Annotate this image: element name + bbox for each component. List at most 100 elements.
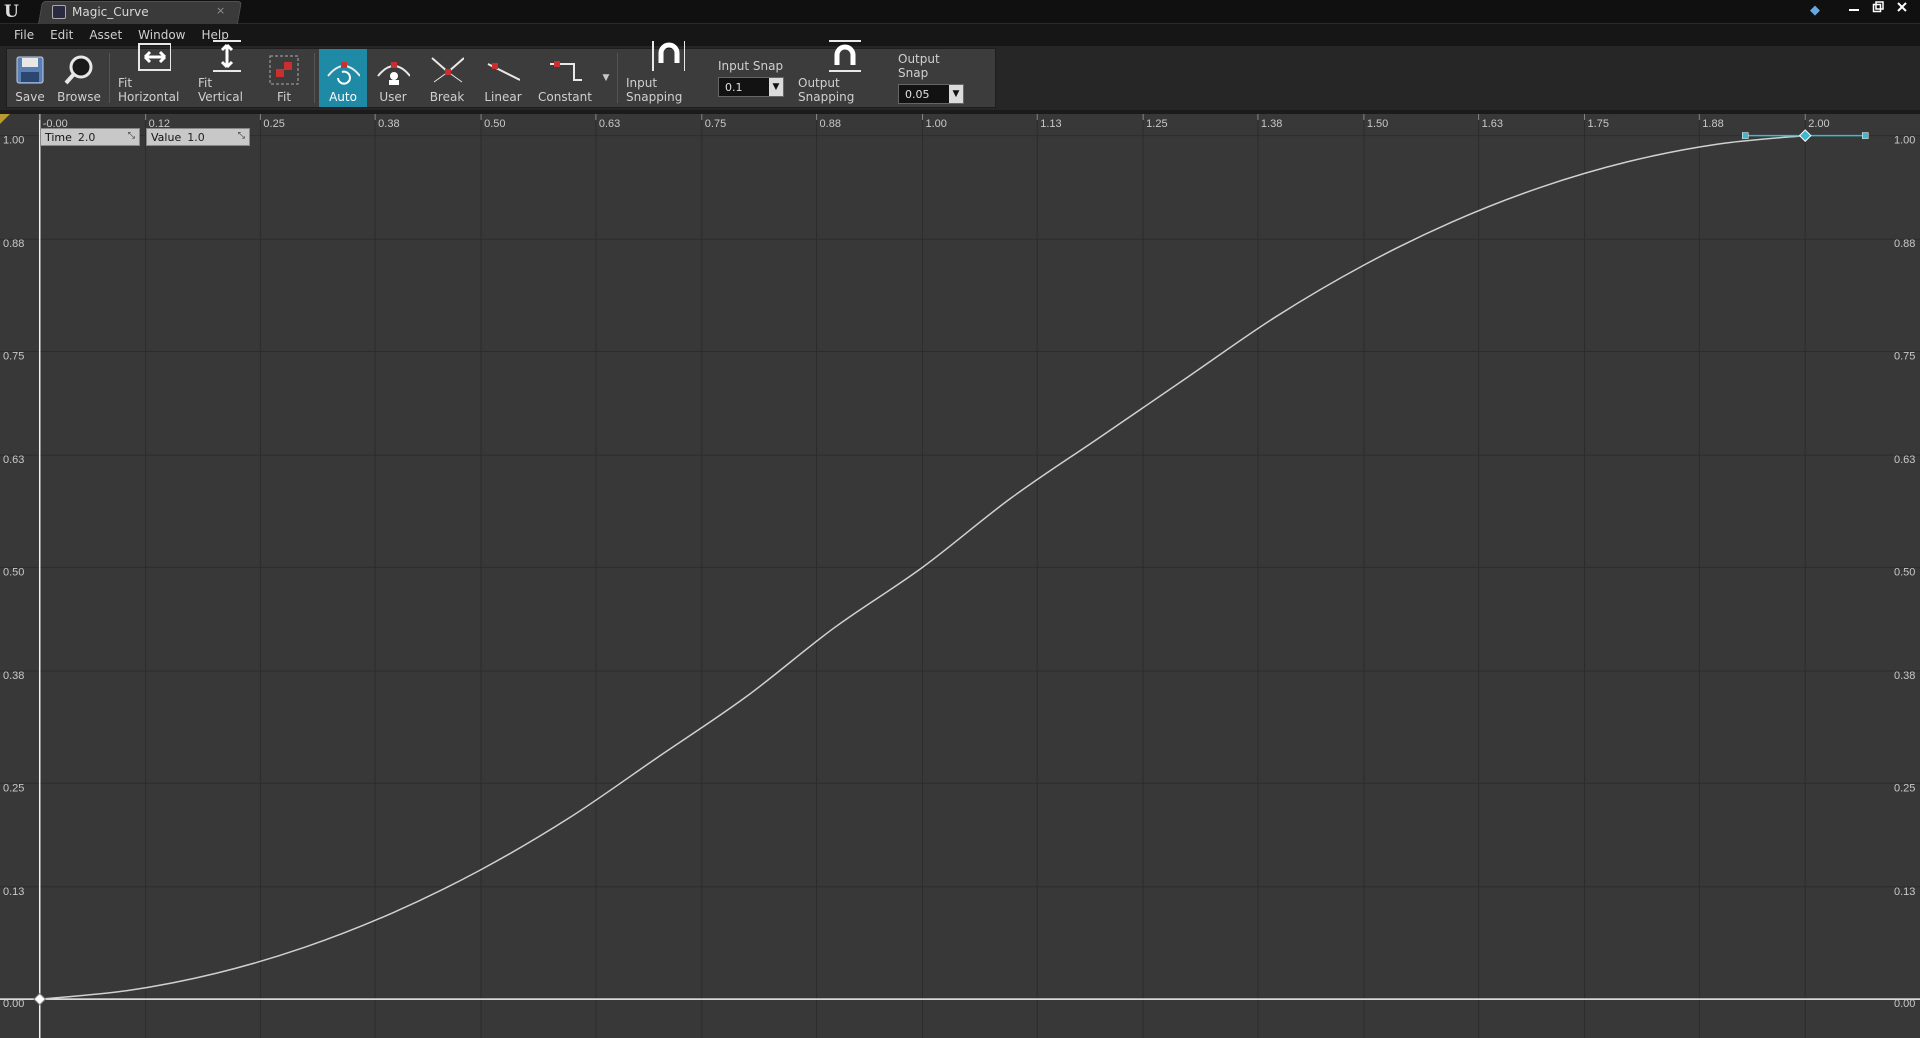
magnet-icon	[651, 39, 685, 73]
y-tick-label: 0.75	[3, 350, 24, 362]
x-tick-label: 0.63	[599, 118, 620, 130]
output-snapping-button[interactable]: Output Snapping	[794, 40, 894, 107]
y-tick-label: 0.88	[1894, 238, 1915, 250]
key-time-value: 2.0	[77, 130, 96, 144]
output-snap-value: 0.05	[905, 87, 930, 101]
save-icon	[13, 53, 47, 87]
y-tick-label: 0.50	[3, 566, 24, 578]
input-snap-label: Input Snap	[718, 59, 784, 73]
x-tick-label: 0.38	[378, 118, 399, 130]
menu-edit[interactable]: Edit	[42, 24, 81, 46]
y-tick-label: 0.00	[1894, 998, 1915, 1010]
notification-icon[interactable]: ◆	[1810, 3, 1826, 19]
y-tick-label: 0.63	[3, 454, 24, 466]
fit-horizontal-button[interactable]: Fit Horizontal	[114, 43, 194, 107]
menu-asset[interactable]: Asset	[81, 24, 130, 46]
y-tick-label: 0.75	[1894, 350, 1915, 362]
y-tick-label: 1.00	[3, 135, 24, 147]
output-snap-label: Output Snap	[898, 52, 940, 80]
browse-label: Browse	[57, 90, 101, 104]
y-tick-label: 0.00	[3, 998, 24, 1010]
linear-label: Linear	[484, 90, 522, 104]
tangent-handle	[1861, 132, 1869, 139]
axis-ticks: -0.00 0.12 0.25 0.38 0.50 0.63 0.75 0.88 1.00 1.1…	[3, 114, 1915, 1010]
chevron-down-icon: ▼	[769, 78, 783, 96]
x-tick-label: 1.00	[925, 118, 946, 130]
y-tick-label: 0.88	[3, 238, 24, 250]
break-tangent-icon	[430, 53, 464, 87]
interp-linear-button[interactable]: Linear	[475, 49, 531, 107]
expand-icon: ⤡	[127, 131, 135, 141]
fit-icon	[267, 53, 301, 87]
y-tick-label: 0.25	[3, 782, 24, 794]
fit-horizontal-icon	[137, 41, 171, 73]
x-tick-label: 0.75	[705, 118, 726, 130]
fit-horizontal-label: Fit Horizontal	[118, 76, 180, 104]
magnifier-icon	[62, 53, 96, 87]
x-tick-label: 0.50	[484, 118, 505, 130]
x-tick-label: 1.75	[1588, 118, 1609, 130]
tangent-auto-button[interactable]: Auto	[319, 49, 367, 107]
auto-tangent-icon	[326, 53, 360, 87]
input-snap-value: 0.1	[725, 80, 743, 94]
x-tick-label: 1.13	[1040, 118, 1061, 130]
tangent-break-button[interactable]: Break	[419, 49, 475, 107]
x-tick-label: 1.25	[1146, 118, 1167, 130]
curve-toolbar: Save Browse Fit Horizontal Fit Vertical	[6, 40, 996, 108]
input-snapping-label: Input Snapping	[626, 76, 683, 104]
fit-label: Fit	[276, 90, 292, 104]
constant-interp-icon	[548, 53, 582, 87]
key-value-label: Value	[151, 130, 182, 144]
tab-close-icon[interactable]: ×	[216, 4, 225, 17]
curve-graph[interactable]: -0.00 0.12 0.25 0.38 0.50 0.63 0.75 0.88 1.00 1.1…	[0, 114, 1920, 1038]
curve-key-selected	[1798, 129, 1812, 142]
toolbar-area: Save Browse Fit Horizontal Fit Vertical	[0, 40, 1920, 110]
y-tick-label: 0.38	[1894, 670, 1915, 682]
key-value-value: 1.0	[187, 130, 205, 144]
y-tick-label: 1.00	[1894, 135, 1915, 147]
graph-corner-marker	[0, 114, 10, 124]
curve-graph-panel[interactable]: -0.00 0.12 0.25 0.38 0.50 0.63 0.75 0.88 1.00 1.1…	[0, 114, 1920, 1038]
fit-vertical-button[interactable]: Fit Vertical	[194, 40, 258, 107]
fit-vertical-label: Fit Vertical	[198, 76, 243, 104]
save-button[interactable]: Save	[7, 49, 53, 107]
x-tick-label: 1.63	[1482, 118, 1503, 130]
tangent-handle	[1741, 132, 1749, 139]
x-tick-label: 0.25	[263, 118, 284, 130]
y-tick-label: 0.13	[3, 886, 24, 898]
grid-lines	[0, 114, 1920, 1038]
y-tick-label: 0.13	[1894, 886, 1915, 898]
toolbar-separator	[314, 53, 315, 103]
document-tab-label: Magic_Curve	[72, 5, 149, 19]
x-tick-label: 1.50	[1367, 118, 1388, 130]
output-snap-select[interactable]: 0.05 ▼	[898, 84, 964, 104]
key-time-field[interactable]: Time 2.0 ⤡	[40, 128, 140, 146]
title-bar: U Magic_Curve × ◆	[0, 0, 1920, 24]
expand-icon: ⤡	[237, 131, 245, 141]
curve-key	[33, 992, 47, 1006]
magnet-icon	[827, 39, 861, 73]
menu-file[interactable]: File	[6, 24, 42, 46]
y-tick-label: 0.50	[1894, 566, 1915, 578]
fit-button[interactable]: Fit	[258, 49, 310, 107]
interp-options-dropdown[interactable]: ▼	[599, 49, 613, 107]
document-tab-content[interactable]: Magic_Curve	[52, 3, 149, 21]
close-icon[interactable]	[1892, 1, 1912, 15]
key-time-label: Time	[45, 130, 72, 144]
linear-interp-icon	[486, 53, 520, 87]
restore-icon[interactable]	[1868, 1, 1888, 15]
interp-constant-button[interactable]: Constant	[531, 49, 599, 107]
minimize-icon[interactable]	[1844, 1, 1864, 15]
input-snapping-button[interactable]: Input Snapping	[622, 41, 714, 107]
browse-button[interactable]: Browse	[53, 49, 105, 107]
y-tick-label: 0.25	[1894, 782, 1915, 794]
input-snap-select[interactable]: 0.1 ▼	[718, 77, 784, 97]
input-snap-group: Input Snap 0.1 ▼	[714, 49, 794, 107]
window-controls	[1844, 1, 1912, 15]
unreal-logo-icon[interactable]: U	[4, 2, 24, 22]
x-tick-label: 0.88	[820, 118, 841, 130]
toolbar-separator	[617, 53, 618, 103]
tangent-user-button[interactable]: User	[367, 49, 419, 107]
chevron-down-icon: ▼	[949, 85, 963, 103]
key-value-field[interactable]: Value 1.0 ⤡	[146, 128, 250, 146]
